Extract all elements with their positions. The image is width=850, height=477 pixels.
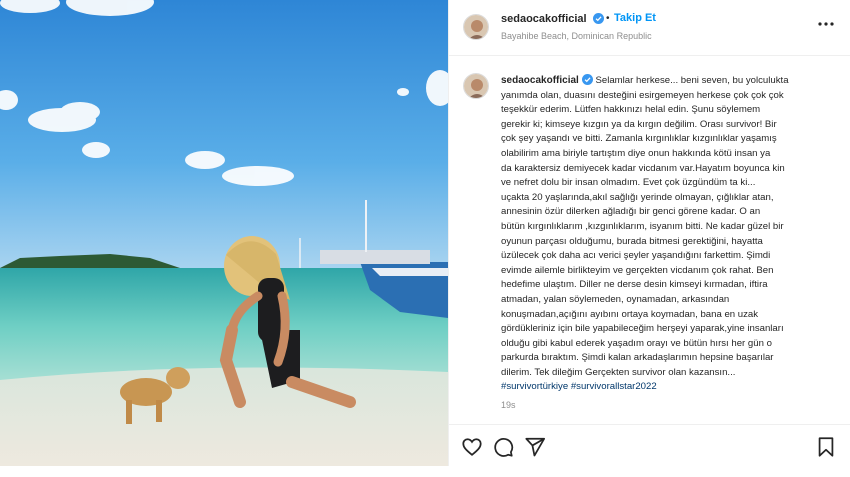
verified-badge-icon (581, 74, 593, 85)
post-header: sedaocakofficial • Takip Et Bayahibe Bea… (449, 0, 850, 56)
avatar[interactable] (463, 14, 489, 40)
username-link[interactable]: sedaocakofficial (501, 13, 604, 25)
caption-username[interactable]: sedaocakofficial (501, 75, 579, 86)
post-timestamp: 19s (501, 400, 516, 410)
post-photo[interactable] (0, 0, 448, 466)
more-options-icon[interactable] (817, 16, 835, 32)
heart-icon[interactable] (461, 436, 483, 458)
verified-badge-icon (592, 13, 604, 24)
location-link[interactable]: Bayahibe Beach, Dominican Republic (501, 31, 652, 41)
action-bar (449, 424, 850, 466)
share-icon[interactable] (524, 436, 546, 458)
bookmark-icon[interactable] (815, 436, 837, 458)
post-side-panel: sedaocakofficial • Takip Et Bayahibe Bea… (448, 0, 850, 466)
caption-avatar[interactable] (463, 73, 489, 99)
hashtags[interactable]: #survivortürkiye #survivorallstar2022 (501, 380, 843, 395)
separator-dot: • (606, 13, 610, 24)
beach-scene-image (0, 0, 448, 466)
instagram-post: sedaocakofficial • Takip Et Bayahibe Bea… (0, 0, 850, 477)
caption-section: sedaocakofficial Selamlar herkese... ben… (449, 57, 850, 423)
caption-body: Selamlar herkese... beni seven, bu yolcu… (501, 75, 789, 378)
caption-text: sedaocakofficial Selamlar herkese... ben… (501, 74, 843, 395)
follow-button[interactable]: Takip Et (614, 12, 656, 24)
comment-icon[interactable] (492, 436, 514, 458)
username-text: sedaocakofficial (501, 13, 587, 25)
